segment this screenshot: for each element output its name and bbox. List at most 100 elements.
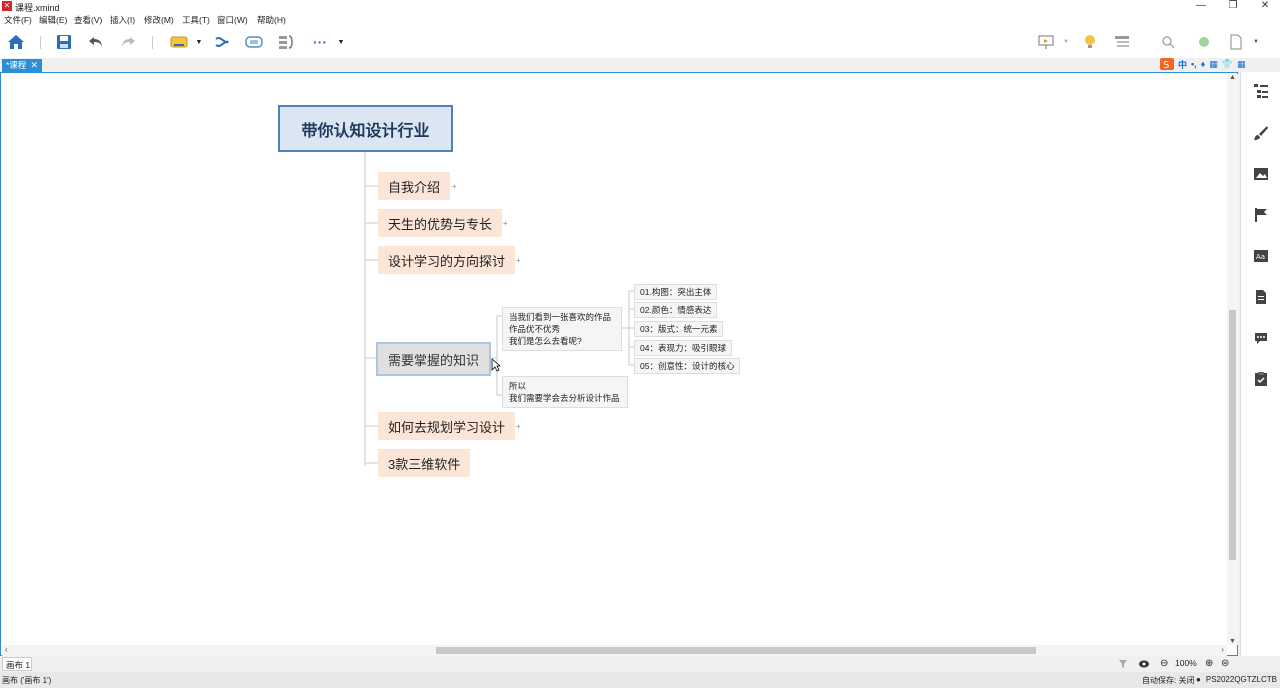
lightbulb-icon[interactable] bbox=[1080, 32, 1100, 52]
ime-keyboard-icon[interactable]: ▦ bbox=[1209, 59, 1218, 70]
restore-button[interactable]: ❐ bbox=[1218, 0, 1248, 13]
subtopic-line: 当我们看到一张喜欢的作品 bbox=[509, 312, 612, 322]
zoom-out-icon[interactable]: ⊖ bbox=[1160, 658, 1168, 669]
sheet-bar: 画布 1 ⊖ 100% ⊕ ⊜ bbox=[0, 656, 1280, 672]
filter-icon[interactable] bbox=[1118, 659, 1128, 669]
task-clipboard-icon[interactable] bbox=[1253, 371, 1269, 387]
zoom-in-icon[interactable]: ⊕ bbox=[1205, 658, 1213, 669]
editor-tab-row: *课程 ✕ bbox=[0, 58, 1280, 72]
ime-skin-icon[interactable]: 👕 bbox=[1222, 59, 1233, 70]
chevron-down-icon[interactable]: ▼ bbox=[1252, 32, 1260, 52]
menu-edit[interactable]: 编辑(E) bbox=[39, 14, 67, 26]
zoom-level: 100% bbox=[1175, 658, 1197, 668]
home-icon[interactable] bbox=[6, 32, 26, 52]
autosave-status[interactable]: 自动保存: 关闭 bbox=[1142, 675, 1194, 686]
ime-voice-icon[interactable]: ♦ bbox=[1201, 59, 1206, 69]
subtopic-line: 我们需要学会去分析设计作品 bbox=[509, 393, 620, 403]
marker-flag-icon[interactable] bbox=[1253, 207, 1269, 223]
menu-window[interactable]: 窗口(W) bbox=[217, 14, 248, 26]
menu-bar: 文件(F) 编辑(E) 查看(V) 插入(I) 修改(M) 工具(T) 窗口(W… bbox=[0, 13, 1280, 27]
notes-icon[interactable] bbox=[1253, 289, 1269, 305]
summary-icon[interactable] bbox=[276, 32, 296, 52]
undo-icon[interactable] bbox=[86, 32, 106, 52]
topic-icon[interactable] bbox=[168, 32, 190, 52]
topic-direction[interactable]: 设计学习的方向探讨 bbox=[378, 246, 516, 274]
menu-insert[interactable]: 插入(I) bbox=[110, 14, 135, 26]
vertical-scroll-thumb[interactable] bbox=[1229, 310, 1236, 560]
point-creativity[interactable]: 05：创意性：设计的核心 bbox=[634, 358, 741, 374]
status-bar: 画布 ('画布 1') 自动保存: 关闭 ● PS2022QGTZLCTB bbox=[0, 672, 1280, 688]
boundary-icon[interactable] bbox=[244, 32, 264, 52]
more-icon[interactable]: ··· bbox=[310, 32, 330, 52]
point-composition[interactable]: 01.构图：突出主体 bbox=[634, 284, 718, 300]
horizontal-scrollbar[interactable]: ‹ › bbox=[2, 645, 1227, 656]
expand-icon[interactable]: + bbox=[452, 182, 457, 191]
bell-icon[interactable]: ● bbox=[1196, 675, 1201, 684]
chevron-down-icon[interactable]: ▼ bbox=[336, 32, 346, 52]
right-side-panel: Aa bbox=[1240, 72, 1280, 656]
vertical-scrollbar[interactable]: ▲ ▼ bbox=[1227, 74, 1238, 645]
scroll-up-icon[interactable]: ▲ bbox=[1229, 74, 1236, 81]
format-brush-icon[interactable] bbox=[1253, 125, 1269, 141]
mindmap-canvas[interactable]: 带你认知设计行业 自我介绍 + 天生的优势与专长 + 设计学习的方向探讨 + 需… bbox=[2, 74, 1227, 645]
title-bar: ✕ 课程.xmind — ❐ ✕ bbox=[0, 0, 1280, 13]
topic-self-intro[interactable]: 自我介绍 bbox=[378, 172, 451, 200]
menu-file[interactable]: 文件(F) bbox=[4, 14, 32, 26]
toolbar: ▼ ··· ▼ ▼ ▼ bbox=[0, 27, 1280, 58]
expand-icon[interactable]: + bbox=[503, 219, 508, 228]
save-icon[interactable] bbox=[54, 32, 74, 52]
subtopic-line: 作品优不优秀 bbox=[509, 324, 561, 334]
status-left-text: 画布 ('画布 1') bbox=[2, 676, 52, 685]
subtopic-question[interactable]: 当我们看到一张喜欢的作品 作品优不优秀 我们是怎么去看呢? bbox=[502, 307, 622, 351]
font-style-icon[interactable]: Aa bbox=[1253, 248, 1269, 264]
search-icon[interactable] bbox=[1158, 32, 1178, 52]
document-tab-label: *课程 bbox=[6, 60, 27, 70]
chevron-down-icon[interactable]: ▼ bbox=[194, 32, 204, 52]
expand-icon[interactable]: + bbox=[516, 422, 521, 431]
ime-menu-icon[interactable]: ▦ bbox=[1237, 59, 1246, 70]
scroll-left-icon[interactable]: ‹ bbox=[5, 645, 8, 654]
minimize-button[interactable]: — bbox=[1186, 0, 1216, 13]
topic-3d-software[interactable]: 3款三维软件 bbox=[378, 449, 471, 477]
scroll-down-icon[interactable]: ▼ bbox=[1229, 638, 1236, 645]
point-color[interactable]: 02.颜色：情感表达 bbox=[634, 302, 718, 318]
presentation-icon[interactable] bbox=[1036, 32, 1056, 52]
image-icon[interactable] bbox=[1253, 166, 1269, 182]
redo-icon[interactable] bbox=[118, 32, 138, 52]
svg-text:S: S bbox=[1163, 60, 1169, 70]
ime-mode-chinese[interactable]: 中 bbox=[1178, 58, 1187, 71]
outline-view-icon[interactable] bbox=[1112, 32, 1132, 52]
topic-plan[interactable]: 如何去规划学习设计 bbox=[378, 412, 516, 440]
document-tab[interactable]: *课程 ✕ bbox=[2, 59, 42, 72]
eye-icon[interactable] bbox=[1138, 659, 1150, 669]
point-expression[interactable]: 04：表现力：吸引眼球 bbox=[634, 340, 732, 356]
outline-icon[interactable] bbox=[1253, 83, 1269, 99]
xmind-logo-icon: ✕ bbox=[2, 1, 12, 11]
sheet-tab[interactable]: 画布 1 bbox=[2, 657, 32, 671]
comment-icon[interactable] bbox=[1253, 330, 1269, 346]
menu-modify[interactable]: 修改(M) bbox=[144, 14, 174, 26]
fit-icon[interactable]: ⊜ bbox=[1221, 658, 1229, 669]
topic-knowledge[interactable]: 需要掌握的知识 bbox=[376, 342, 492, 376]
sogou-logo-icon[interactable]: S bbox=[1160, 58, 1174, 70]
relationship-icon[interactable] bbox=[212, 32, 232, 52]
share-icon[interactable] bbox=[1194, 32, 1214, 52]
close-tab-icon[interactable]: ✕ bbox=[30, 59, 38, 72]
horizontal-scroll-thumb[interactable] bbox=[436, 647, 1036, 654]
connector-lines bbox=[364, 152, 634, 466]
scroll-right-icon[interactable]: › bbox=[1221, 645, 1224, 654]
central-topic[interactable]: 带你认知设计行业 bbox=[278, 105, 453, 152]
menu-tools[interactable]: 工具(T) bbox=[182, 14, 210, 26]
chevron-down-icon[interactable]: ▼ bbox=[1062, 32, 1070, 52]
svg-text:Aa: Aa bbox=[1256, 253, 1265, 261]
close-window-button[interactable]: ✕ bbox=[1250, 0, 1280, 13]
menu-view[interactable]: 查看(V) bbox=[74, 14, 102, 26]
subtopic-conclusion[interactable]: 所以 我们需要学会去分析设计作品 bbox=[502, 376, 628, 408]
point-layout[interactable]: 03：版式：统一元素 bbox=[634, 321, 724, 337]
export-icon[interactable] bbox=[1226, 32, 1246, 52]
ime-punctuation-icon[interactable]: •, bbox=[1191, 59, 1197, 69]
toolbar-separator bbox=[152, 36, 153, 49]
menu-help[interactable]: 帮助(H) bbox=[257, 14, 286, 26]
topic-strengths[interactable]: 天生的优势与专长 bbox=[378, 209, 503, 237]
expand-icon[interactable]: + bbox=[516, 256, 521, 265]
